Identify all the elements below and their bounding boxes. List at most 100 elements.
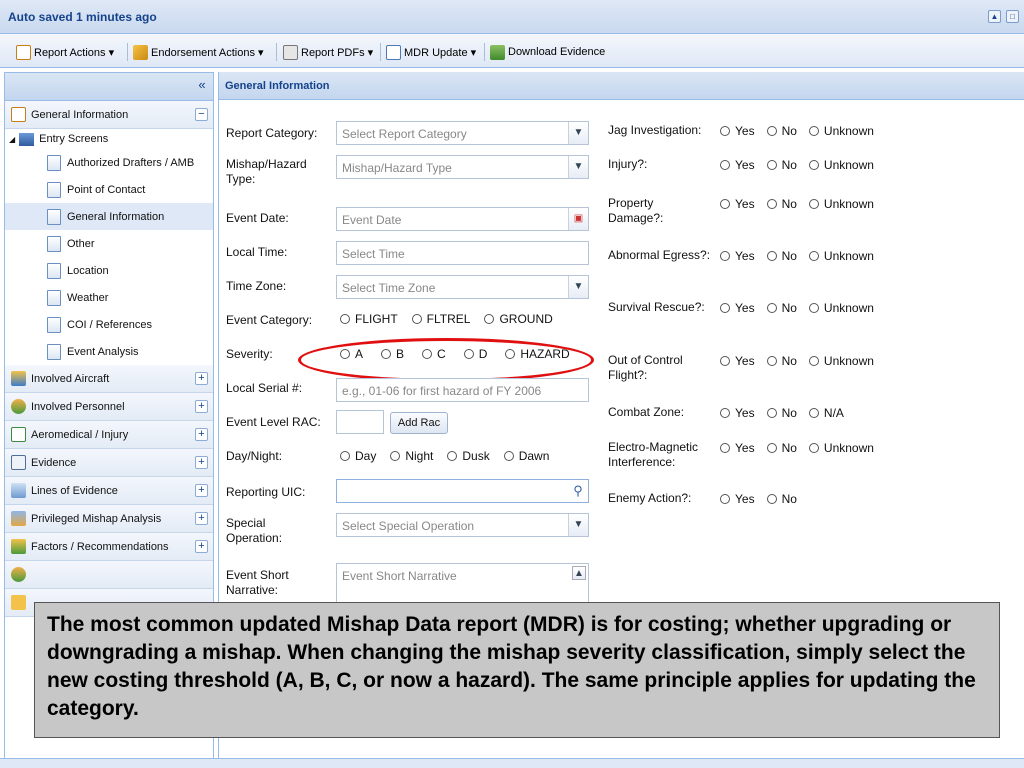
radio-icon[interactable] — [808, 160, 819, 170]
radio-icon[interactable] — [720, 160, 730, 170]
day-option[interactable]: Day — [340, 449, 376, 463]
question-option-no[interactable]: No — [766, 124, 797, 138]
minus-icon[interactable]: − — [195, 108, 208, 121]
radio-icon[interactable] — [720, 356, 730, 366]
event-category-ground-option[interactable]: GROUND — [484, 312, 553, 326]
report-category-select[interactable]: Select Report Category ▼ — [336, 121, 589, 145]
plus-icon[interactable]: + — [195, 456, 208, 469]
special-operation-select[interactable]: Select Special Operation ▼ — [336, 513, 589, 537]
search-icon[interactable]: ⚲ — [568, 480, 588, 502]
question-option-no[interactable]: No — [766, 158, 797, 172]
tree-item-coi-references[interactable]: COI / References — [5, 311, 213, 338]
question-option-no[interactable]: No — [766, 249, 797, 263]
download-evidence-button[interactable]: Download Evidence — [490, 43, 605, 61]
event-level-rac-field[interactable] — [336, 410, 384, 434]
radio-icon[interactable] — [766, 160, 777, 170]
question-option-yes[interactable]: Yes — [720, 441, 755, 455]
radio-icon[interactable] — [720, 199, 730, 209]
question-option-unknown[interactable]: Unknown — [808, 249, 874, 263]
time-zone-select[interactable]: Select Time Zone ▼ — [336, 275, 589, 299]
event-category-flight-option[interactable]: FLIGHT — [340, 312, 398, 326]
night-option[interactable]: Night — [390, 449, 433, 463]
nav-section-general-information[interactable]: General Information − — [5, 101, 213, 129]
radio-icon[interactable] — [808, 126, 819, 136]
plus-icon[interactable]: + — [195, 484, 208, 497]
question-option-yes[interactable]: Yes — [720, 249, 755, 263]
radio-icon[interactable] — [808, 443, 819, 453]
radio-icon[interactable] — [808, 356, 819, 366]
nav-section-hidden-1[interactable] — [5, 561, 213, 589]
question-option-unknown[interactable]: Unknown — [808, 158, 874, 172]
radio-icon[interactable] — [720, 126, 730, 136]
question-option-no[interactable]: No — [766, 354, 797, 368]
dusk-option[interactable]: Dusk — [447, 449, 490, 463]
question-option-yes[interactable]: Yes — [720, 406, 755, 420]
report-actions-menu[interactable]: Report Actions ▾ — [16, 43, 114, 61]
scroll-up-icon[interactable]: ▲ — [572, 566, 586, 580]
tree-item-other[interactable]: Other — [5, 230, 213, 257]
question-option-unknown[interactable]: Unknown — [808, 441, 874, 455]
collapse-icon[interactable]: ▲ — [988, 10, 1001, 23]
plus-icon[interactable]: + — [195, 372, 208, 385]
plus-icon[interactable]: + — [195, 400, 208, 413]
radio-icon[interactable] — [720, 251, 730, 261]
dawn-option[interactable]: Dawn — [503, 449, 549, 463]
question-option-yes[interactable]: Yes — [720, 124, 755, 138]
reporting-uic-field[interactable]: ⚲ — [336, 479, 589, 503]
question-option-yes[interactable]: Yes — [720, 354, 755, 368]
radio-icon[interactable] — [411, 314, 422, 324]
nav-section-factors-recommendations[interactable]: Factors / Recommendations + — [5, 533, 213, 561]
nav-section-privileged-mishap-analysis[interactable]: Privileged Mishap Analysis + — [5, 505, 213, 533]
plus-icon[interactable]: + — [195, 540, 208, 553]
chevron-down-icon[interactable]: ▼ — [568, 122, 588, 144]
question-option-n-a[interactable]: N/A — [808, 406, 844, 420]
endorsement-actions-menu[interactable]: Endorsement Actions ▾ — [133, 43, 264, 61]
radio-icon[interactable] — [720, 303, 730, 313]
event-short-narrative-textarea[interactable]: Event Short Narrative ▲ — [336, 563, 589, 605]
radio-icon[interactable] — [766, 303, 777, 313]
tree-item-point-of-contact[interactable]: Point of Contact — [5, 176, 213, 203]
question-option-no[interactable]: No — [766, 406, 797, 420]
event-category-fltrel-option[interactable]: FLTREL — [411, 312, 470, 326]
radio-icon[interactable] — [390, 451, 401, 461]
radio-icon[interactable] — [766, 199, 777, 209]
radio-icon[interactable] — [808, 199, 819, 209]
collapse-left-icon[interactable]: « — [195, 78, 209, 93]
radio-icon[interactable] — [766, 356, 777, 366]
mishap-type-select[interactable]: Mishap/Hazard Type ▼ — [336, 155, 589, 179]
radio-icon[interactable] — [484, 314, 495, 324]
chevron-down-icon[interactable]: ▼ — [568, 514, 588, 536]
radio-icon[interactable] — [340, 451, 350, 461]
report-pdfs-menu[interactable]: Report PDFs ▾ — [283, 43, 373, 61]
nav-section-evidence[interactable]: Evidence + — [5, 449, 213, 477]
radio-icon[interactable] — [340, 314, 350, 324]
tree-item-authorized-drafters[interactable]: Authorized Drafters / AMB — [5, 149, 213, 176]
question-option-unknown[interactable]: Unknown — [808, 354, 874, 368]
tree-item-event-analysis[interactable]: Event Analysis — [5, 338, 213, 365]
tree-item-location[interactable]: Location — [5, 257, 213, 284]
question-option-no[interactable]: No — [766, 197, 797, 211]
question-option-unknown[interactable]: Unknown — [808, 197, 874, 211]
plus-icon[interactable]: + — [195, 512, 208, 525]
question-option-no[interactable]: No — [766, 301, 797, 315]
chevron-down-icon[interactable]: ▼ — [568, 156, 588, 178]
radio-icon[interactable] — [503, 451, 514, 461]
event-date-field[interactable]: Event Date ▣ — [336, 207, 589, 231]
radio-icon[interactable] — [720, 443, 730, 453]
radio-icon[interactable] — [766, 251, 777, 261]
radio-icon[interactable] — [720, 494, 730, 504]
radio-icon[interactable] — [766, 126, 777, 136]
maximize-icon[interactable]: □ — [1006, 10, 1019, 23]
question-option-yes[interactable]: Yes — [720, 492, 755, 506]
nav-section-involved-personnel[interactable]: Involved Personnel + — [5, 393, 213, 421]
radio-icon[interactable] — [808, 303, 819, 313]
question-option-yes[interactable]: Yes — [720, 158, 755, 172]
calendar-icon[interactable]: ▣ — [568, 208, 588, 230]
nav-section-lines-of-evidence[interactable]: Lines of Evidence + — [5, 477, 213, 505]
radio-icon[interactable] — [720, 408, 730, 418]
local-time-field[interactable]: Select Time — [336, 241, 589, 265]
question-option-unknown[interactable]: Unknown — [808, 124, 874, 138]
tree-item-general-information[interactable]: General Information — [5, 203, 213, 230]
chevron-down-icon[interactable]: ▼ — [568, 276, 588, 298]
question-option-no[interactable]: No — [766, 492, 797, 506]
